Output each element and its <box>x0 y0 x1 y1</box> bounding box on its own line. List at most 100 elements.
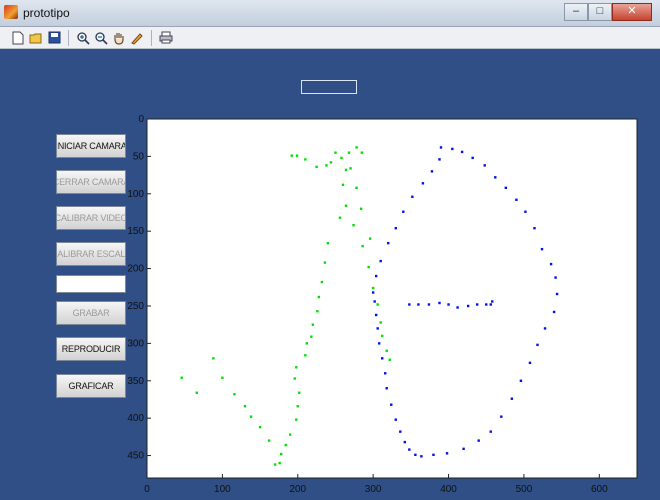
green-point <box>273 463 277 466</box>
y-tick-label: 100 <box>127 189 144 200</box>
trajectory-plot: 0 100 200 300 400 500 600 0 50 100 150 200 250 300 350… <box>127 114 638 495</box>
green-point <box>368 237 372 240</box>
blue-point <box>438 301 441 305</box>
green-point <box>311 323 315 326</box>
green-point <box>221 376 224 379</box>
green-point <box>195 391 198 394</box>
green-point <box>293 377 296 380</box>
blue-point <box>552 310 556 314</box>
blue-point <box>379 259 382 263</box>
green-point <box>315 165 318 169</box>
blue-point <box>536 343 539 347</box>
green-point <box>344 168 348 172</box>
axes-background <box>146 118 638 479</box>
green-point <box>295 366 298 369</box>
blue-point <box>477 439 480 442</box>
x-tick-label: 400 <box>440 484 457 495</box>
blue-point <box>510 397 514 400</box>
blue-point <box>394 418 397 421</box>
green-point <box>290 154 293 157</box>
blue-point <box>438 158 441 161</box>
green-point <box>385 349 388 353</box>
blue-point <box>385 387 388 390</box>
green-point <box>278 461 281 465</box>
green-point <box>289 433 292 436</box>
green-point <box>355 146 358 149</box>
blue-point <box>430 170 434 173</box>
blue-point <box>381 357 384 360</box>
green-point <box>355 186 358 190</box>
blue-point <box>475 303 479 306</box>
green-point <box>338 216 342 219</box>
blue-point <box>504 186 508 190</box>
blue-point <box>411 195 414 198</box>
green-point <box>325 164 328 167</box>
green-point <box>334 151 337 154</box>
x-tick-label: 100 <box>214 484 231 495</box>
blue-point <box>427 303 431 306</box>
green-point <box>249 415 253 418</box>
x-tick-label: 300 <box>365 484 382 495</box>
green-point <box>360 151 364 154</box>
green-point <box>323 261 327 264</box>
green-point <box>329 161 333 164</box>
blue-point <box>451 147 454 151</box>
green-point <box>320 280 324 284</box>
green-point <box>317 295 321 299</box>
blue-point <box>374 313 378 317</box>
blue-point <box>394 226 397 230</box>
blue-point <box>390 403 393 406</box>
y-tick-label: 350 <box>127 376 144 387</box>
blue-point <box>519 379 523 382</box>
blue-point <box>533 226 536 230</box>
blue-point <box>554 276 557 279</box>
blue-point <box>399 430 402 433</box>
blue-point <box>417 303 420 306</box>
green-point <box>316 310 319 313</box>
blue-point <box>540 247 544 251</box>
blue-point <box>485 303 488 306</box>
green-point <box>233 393 236 396</box>
blue-point <box>489 303 492 306</box>
green-point <box>347 151 351 154</box>
blue-point <box>549 262 553 266</box>
green-point <box>344 204 348 207</box>
blue-point <box>543 327 547 330</box>
green-point <box>295 418 298 421</box>
blue-point <box>456 306 459 309</box>
y-tick-label: 400 <box>127 413 144 424</box>
blue-point <box>371 291 375 294</box>
blue-point <box>500 415 503 418</box>
blue-point <box>494 176 497 179</box>
green-point <box>284 443 287 447</box>
blue-point <box>447 303 450 306</box>
green-point <box>367 265 370 269</box>
green-point <box>258 425 262 429</box>
blue-point <box>408 303 411 306</box>
green-point <box>376 303 379 306</box>
green-point <box>304 158 307 161</box>
blue-point <box>483 164 486 167</box>
blue-point <box>374 274 378 278</box>
green-point <box>243 405 247 408</box>
blue-point <box>373 300 376 303</box>
blue-point <box>491 300 494 303</box>
blue-point <box>384 372 387 375</box>
green-point <box>381 334 384 338</box>
blue-point <box>466 304 470 308</box>
green-point <box>310 335 313 338</box>
green-point <box>379 321 382 324</box>
green-point <box>279 452 283 456</box>
green-point <box>180 376 183 379</box>
blue-point <box>528 361 532 365</box>
green-point <box>359 207 363 210</box>
green-point <box>340 156 343 160</box>
green-point <box>212 357 215 360</box>
green-point <box>267 439 271 442</box>
blue-point <box>421 182 425 185</box>
blue-point <box>471 156 474 160</box>
blue-point <box>408 448 411 451</box>
blue-point <box>420 455 423 458</box>
blue-point <box>377 342 381 345</box>
y-tick-label: 450 <box>127 451 144 462</box>
